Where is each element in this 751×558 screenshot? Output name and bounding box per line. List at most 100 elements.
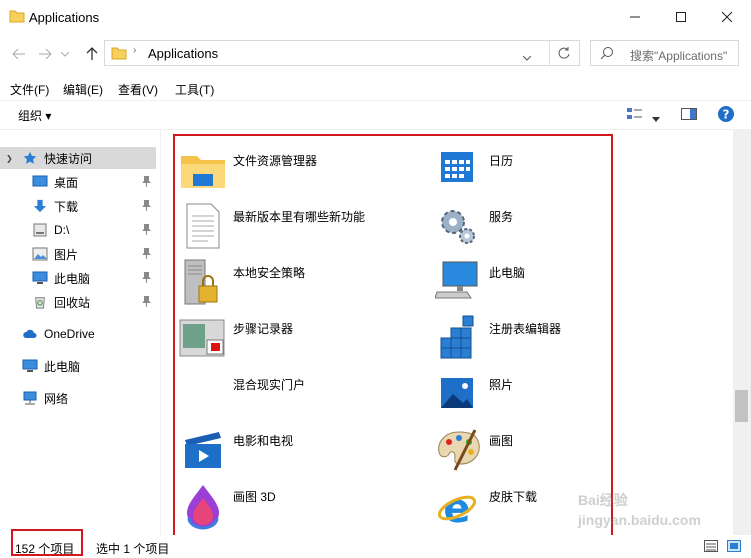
close-button[interactable] [704, 0, 750, 34]
internet-explorer-icon: e [437, 486, 477, 530]
nav-this-pc[interactable]: 此电脑 [0, 355, 179, 377]
svg-text:?: ? [723, 108, 730, 122]
expand-chevron-icon: ❯ [6, 153, 13, 163]
list-item[interactable]: 服务 [435, 202, 685, 254]
registry-editor-icon [440, 315, 474, 359]
large-icons-view-button[interactable] [727, 540, 741, 555]
organize-button[interactable]: 组织 ▾ [18, 107, 51, 124]
view-options-button[interactable] [627, 107, 643, 124]
item-label: 电影和电视 [233, 434, 294, 448]
list-item[interactable]: 步骤记录器 [179, 314, 429, 366]
folder-icon [111, 47, 127, 60]
computer-icon [435, 261, 478, 299]
details-view-icon [627, 108, 642, 119]
watermark: Bai经验 jingyan.baidu.com [578, 490, 718, 530]
nav-item-recycle-bin[interactable]: 回收站 [0, 291, 157, 313]
menu-edit[interactable]: 编辑(E) [63, 81, 103, 98]
recent-locations-button[interactable] [58, 44, 72, 64]
list-item[interactable]: 文件资源管理器 [179, 146, 429, 198]
nav-label: 快速访问 [44, 151, 93, 166]
nav-item-this-pc[interactable]: 此电脑 [0, 267, 157, 289]
address-dropdown-button[interactable] [522, 50, 532, 64]
details-view-button[interactable] [704, 540, 718, 555]
title-bar: Applications [0, 0, 751, 34]
computer-icon [32, 271, 48, 284]
list-item[interactable]: 此电脑 [435, 258, 685, 310]
back-arrow-icon [12, 48, 25, 60]
recycle-bin-icon [35, 297, 45, 309]
item-label: 最新版本里有哪些新功能 [233, 210, 366, 224]
list-item[interactable]: 画图 [435, 426, 685, 478]
item-label: 步骤记录器 [233, 322, 294, 336]
item-label: 此电脑 [489, 266, 526, 280]
view-dropdown-button[interactable] [652, 112, 660, 126]
nav-label: 此电脑 [44, 359, 81, 374]
scrollbar-thumb[interactable] [735, 390, 748, 422]
preview-pane-button[interactable] [681, 107, 697, 124]
pin-icon [142, 200, 151, 211]
desktop-icon [32, 175, 48, 187]
list-item[interactable]: 照片 [435, 370, 685, 422]
security-policy-icon [184, 259, 218, 305]
item-label: 日历 [489, 154, 514, 168]
address-bar[interactable]: › Applications [104, 40, 580, 66]
minimize-button[interactable] [612, 0, 658, 34]
forward-button[interactable] [35, 44, 55, 64]
list-item[interactable]: 混合现实门户 [179, 370, 429, 422]
pin-icon [142, 176, 151, 187]
movies-tv-icon [185, 432, 221, 468]
nav-label: 桌面 [54, 175, 79, 190]
paint-3d-icon [187, 485, 219, 530]
nav-label: D:\ [54, 223, 70, 237]
large-icons-view-icon [727, 540, 741, 552]
list-item[interactable]: 日历 [435, 146, 685, 198]
download-arrow-icon [33, 199, 47, 213]
search-input[interactable]: 搜索"Applications" [590, 40, 739, 66]
nav-item-desktop[interactable]: 桌面 [0, 171, 157, 193]
back-button[interactable] [9, 44, 29, 64]
forward-arrow-icon [39, 48, 52, 60]
nav-network[interactable]: 网络 [0, 387, 179, 409]
item-label: 文件资源管理器 [233, 154, 318, 168]
document-icon [186, 203, 220, 249]
close-icon [721, 11, 733, 23]
nav-onedrive[interactable]: OneDrive [0, 323, 179, 345]
nav-label: 图片 [54, 247, 79, 262]
menu-tools[interactable]: 工具(T) [175, 81, 214, 98]
list-item[interactable]: 注册表编辑器 [435, 314, 685, 366]
window-title: Applications [29, 10, 100, 25]
pin-icon [142, 296, 151, 307]
paint-palette-icon [438, 429, 480, 471]
list-item[interactable]: 电影和电视 [179, 426, 429, 478]
item-label: 混合现实门户 [233, 378, 306, 392]
menu-view[interactable]: 查看(V) [118, 81, 158, 98]
list-item[interactable]: 本地安全策略 [179, 258, 429, 310]
vertical-scrollbar[interactable] [733, 130, 751, 535]
up-button[interactable] [82, 44, 102, 64]
mixed-reality-icon [179, 370, 227, 418]
gears-icon [441, 210, 475, 244]
menu-file[interactable]: 文件(F) [10, 81, 49, 98]
nav-item-downloads[interactable]: 下载 [0, 195, 157, 217]
maximize-button[interactable] [658, 0, 704, 34]
nav-label: 此电脑 [54, 271, 91, 286]
file-explorer-icon [181, 156, 225, 188]
item-label: 注册表编辑器 [489, 322, 562, 336]
breadcrumb-chevron-icon: › [133, 45, 137, 56]
chevron-down-icon [61, 51, 69, 57]
nav-quick-access[interactable]: ❯ 快速访问 [0, 147, 156, 169]
item-label: 皮肤下载 [489, 490, 538, 504]
help-button[interactable]: ? [717, 105, 735, 126]
breadcrumb-item[interactable]: Applications [148, 46, 218, 61]
folder-icon [9, 10, 25, 23]
item-label: 本地安全策略 [233, 266, 306, 280]
divider [549, 41, 550, 65]
nav-item-drive-d[interactable]: D:\ [0, 219, 157, 241]
nav-item-pictures[interactable]: 图片 [0, 243, 157, 265]
list-item[interactable]: 画图 3D [179, 482, 429, 534]
maximize-icon [676, 12, 686, 22]
refresh-button[interactable] [557, 46, 571, 63]
computer-icon [22, 359, 38, 372]
item-label: 画图 3D [233, 490, 276, 504]
list-item[interactable]: 最新版本里有哪些新功能 [179, 202, 429, 254]
